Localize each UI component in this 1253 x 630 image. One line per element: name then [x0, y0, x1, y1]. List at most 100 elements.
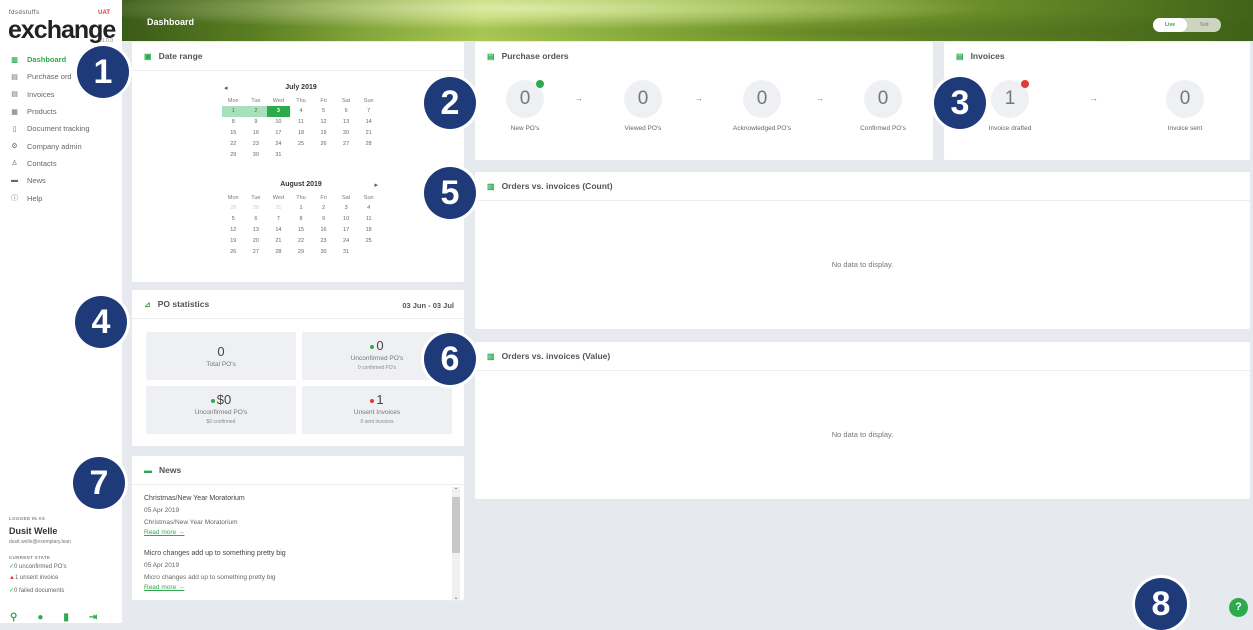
calendar-day[interactable]: 10 [335, 214, 358, 225]
environment-toggle[interactable]: Live Test [1153, 18, 1221, 32]
calendar-day[interactable]: 29 [290, 246, 313, 257]
scroll-thumb[interactable] [452, 497, 460, 553]
next-month-icon[interactable]: ▸ [374, 181, 378, 189]
calendar-day[interactable]: 24 [267, 138, 290, 149]
calendar-day[interactable]: 18 [290, 128, 313, 139]
state-unsent-invoice[interactable]: ▲1 unsent invoice [9, 575, 119, 584]
calendar-day[interactable]: 31 [335, 246, 358, 257]
calendar-day[interactable]: 15 [290, 225, 313, 236]
calendar-august[interactable]: ▸ August 2019 Mon Tue Wed Thu Fri Sat Sun 29 30 3… [222, 181, 380, 257]
calendar-day[interactable]: 16 [245, 128, 268, 139]
calendar-day[interactable]: 4 [290, 106, 313, 117]
calendar-day[interactable]: 25 [290, 138, 313, 149]
calendar-day[interactable]: 6 [335, 106, 358, 117]
po-step-circle[interactable]: 0 [743, 80, 781, 118]
calendar-day[interactable]: 22 [290, 235, 313, 246]
sidebar-item-news[interactable]: ▬ News [10, 172, 120, 189]
app-logo[interactable]: fdsdstuffs exchange UAT v1.0.0 [8, 8, 116, 44]
calendar-day[interactable]: 2 [312, 203, 335, 214]
calendar-day[interactable]: 28 [357, 138, 380, 149]
calendar-day[interactable]: 29 [222, 203, 245, 214]
calendar-day[interactable]: 9 [312, 214, 335, 225]
calendar-day[interactable]: 29 [222, 149, 245, 160]
state-failed-documents[interactable]: ✓0 failed documents [9, 587, 119, 596]
calendar-day[interactable]: 14 [357, 117, 380, 128]
calendar-day[interactable]: 19 [312, 128, 335, 139]
po-step-circle[interactable]: 0 [864, 80, 902, 118]
calendar-day[interactable]: 5 [222, 214, 245, 225]
calendar-day[interactable]: 7 [357, 106, 380, 117]
calendar-day[interactable]: 17 [335, 225, 358, 236]
calendar-day[interactable]: 24 [335, 235, 358, 246]
news-scrollbar[interactable]: ⌃ ⌄ [452, 487, 460, 601]
calendar-day[interactable]: 26 [222, 246, 245, 257]
calendar-day[interactable]: 13 [245, 225, 268, 236]
logout-icon[interactable]: ⇥ [89, 612, 97, 623]
calendar-day[interactable]: 17 [267, 128, 290, 139]
calendar-day[interactable]: 21 [357, 128, 380, 139]
stat-tile[interactable]: $0 Unconfirmed PO's $0 confirmed [146, 386, 296, 434]
calendar-day[interactable]: 31 [267, 149, 290, 160]
calendar-day[interactable]: 3 [267, 106, 290, 117]
calendar-day[interactable]: 12 [312, 117, 335, 128]
state-unconfirmed-pos[interactable]: ✓0 unconfirmed PO's [9, 563, 119, 572]
calendar-day[interactable]: 8 [290, 214, 313, 225]
calendar-day[interactable]: 23 [312, 235, 335, 246]
read-more-link[interactable]: Read more → [144, 529, 458, 536]
help-button[interactable]: ? [1229, 598, 1248, 617]
prev-month-icon[interactable]: ◂ [224, 84, 228, 92]
calendar-day[interactable]: 9 [245, 117, 268, 128]
toggle-live[interactable]: Live [1153, 18, 1187, 32]
calendar-day[interactable]: 1 [290, 203, 313, 214]
calendar-day[interactable]: 23 [245, 138, 268, 149]
calendar-day[interactable]: 25 [357, 235, 380, 246]
scroll-down-icon[interactable]: ⌄ [452, 594, 460, 601]
calendar-day[interactable]: 5 [312, 106, 335, 117]
calendar-day[interactable]: 11 [290, 117, 313, 128]
calendar-day[interactable]: 21 [267, 235, 290, 246]
calendar-day[interactable]: 2 [244, 106, 268, 117]
sidebar-item-help[interactable]: ⓘ Help [10, 189, 120, 206]
calendar-day[interactable]: 12 [222, 225, 245, 236]
calendar-day[interactable]: 27 [245, 246, 268, 257]
stat-tile[interactable]: 0 Total PO's [146, 332, 296, 380]
calendar-day[interactable]: 3 [335, 203, 358, 214]
book-icon[interactable]: ▮ [63, 612, 69, 623]
po-step-circle[interactable]: 0 [624, 80, 662, 118]
profile-icon[interactable]: ● [37, 612, 43, 623]
calendar-day[interactable]: 7 [267, 214, 290, 225]
calendar-day[interactable]: 16 [312, 225, 335, 236]
sidebar-item-products[interactable]: ▦ Products [10, 103, 120, 120]
calendar-july[interactable]: ◂ July 2019 Mon Tue Wed Thu Fri Sat Sun 1 2 3 4 5 6 7… [222, 84, 380, 160]
calendar-day[interactable]: 27 [335, 138, 358, 149]
calendar-day[interactable]: 6 [245, 214, 268, 225]
calendar-day[interactable]: 30 [245, 203, 268, 214]
calendar-day[interactable]: 19 [222, 235, 245, 246]
sidebar-item-company-admin[interactable]: ⚙ Company admin [10, 137, 120, 154]
sidebar-item-contacts[interactable]: ♙ Contacts [10, 155, 120, 172]
calendar-day[interactable]: 4 [357, 203, 380, 214]
scroll-up-icon[interactable]: ⌃ [452, 487, 460, 494]
invoice-step-circle[interactable]: 0 [1166, 80, 1204, 118]
calendar-day[interactable]: 28 [267, 246, 290, 257]
calendar-day[interactable]: 20 [245, 235, 268, 246]
calendar-day[interactable]: 26 [312, 138, 335, 149]
search-icon[interactable]: ⚲ [10, 612, 17, 623]
calendar-day[interactable]: 13 [335, 117, 358, 128]
calendar-day[interactable]: 8 [222, 117, 245, 128]
sidebar-item-document-tracking[interactable]: ▯ Document tracking [10, 120, 120, 137]
calendar-day[interactable]: 22 [222, 138, 245, 149]
calendar-day[interactable]: 1 [222, 106, 245, 117]
calendar-day[interactable]: 10 [267, 117, 290, 128]
calendar-day[interactable]: 30 [245, 149, 268, 160]
toggle-test[interactable]: Test [1187, 18, 1221, 32]
calendar-day[interactable]: 14 [267, 225, 290, 236]
calendar-day[interactable]: 30 [312, 246, 335, 257]
calendar-day[interactable]: 18 [357, 225, 380, 236]
calendar-day[interactable]: 15 [222, 128, 245, 139]
stat-tile[interactable]: 1 Unsent Invoices 0 sent invoices [302, 386, 452, 434]
calendar-day[interactable]: 11 [357, 214, 380, 225]
calendar-day[interactable]: 20 [335, 128, 358, 139]
calendar-day[interactable]: 31 [267, 203, 290, 214]
read-more-link[interactable]: Read more → [144, 584, 458, 591]
